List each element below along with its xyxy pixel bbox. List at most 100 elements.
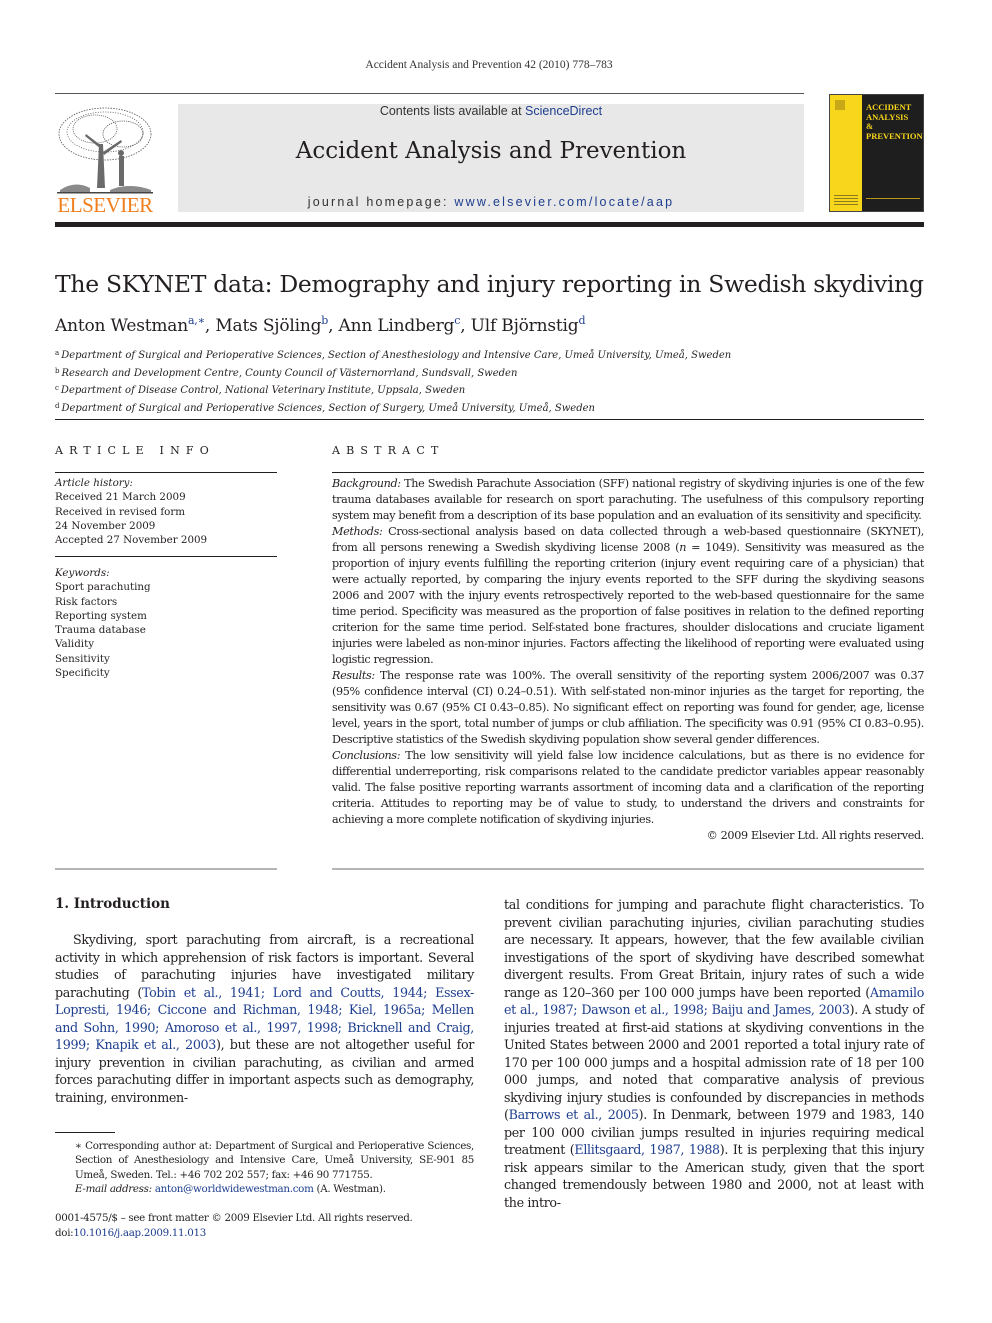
author-separator: , [328, 316, 339, 336]
author-affiliation-marker[interactable]: d [578, 314, 585, 327]
article-history-label: Article history: [55, 477, 133, 489]
header-rule [55, 93, 804, 94]
email-label: E-mail address: [75, 1182, 152, 1195]
footnote-rule [55, 1132, 115, 1133]
journal-masthead: Contents lists available at ScienceDirec… [178, 104, 804, 212]
doi-line: doi:10.1016/j.aap.2009.11.013 [55, 1226, 412, 1241]
keyword-item: Specificity [55, 667, 110, 680]
keywords-rule [55, 556, 277, 557]
abstract-body: Background: The Swedish Parachute Associ… [332, 476, 924, 844]
doi-link[interactable]: 10.1016/j.aap.2009.11.013 [73, 1227, 206, 1239]
body-text: tal conditions for jumping and parachute… [504, 897, 924, 1000]
author-list: Anton Westmana,∗, Mats Sjölingb, Ann Lin… [55, 314, 585, 336]
article-history: Article history: Received 21 March 2009 … [55, 476, 207, 547]
email-link[interactable]: anton@worldwidewestman.com [155, 1183, 314, 1195]
abstract-background: Background: The Swedish Parachute Associ… [332, 476, 924, 524]
keywords: Keywords: Sport parachuting Risk factors… [55, 566, 151, 680]
abstract-rule [332, 472, 924, 473]
affiliation-key: d [55, 401, 60, 410]
author-separator: , [460, 316, 471, 336]
history-item: Accepted 27 November 2009 [55, 534, 208, 547]
abstract-methods: Methods: Cross-sectional analysis based … [332, 524, 924, 668]
affiliation-key: b [55, 366, 60, 375]
journal-name: Accident Analysis and Prevention [295, 138, 687, 164]
affiliation-key: c [55, 384, 59, 392]
introduction-right-column: tal conditions for jumping and parachute… [504, 896, 924, 1211]
affiliation-item: c Department of Disease Control, National… [55, 381, 731, 399]
contents-prefix: Contents lists available at [379, 104, 526, 118]
abstract-conclusions: Conclusions: The low sensitivity will yi… [332, 748, 924, 828]
author-name[interactable]: Anton Westman [55, 316, 188, 336]
doi-prefix: doi: [55, 1226, 74, 1239]
cover-title: ACCIDENT ANALYSIS & PREVENTION [866, 102, 923, 141]
article-info-rule [55, 472, 277, 473]
affiliation-text: Research and Development Centre, County … [61, 367, 518, 379]
article-title: The SKYNET data: Demography and injury r… [55, 270, 924, 298]
masthead-thick-rule [55, 222, 924, 227]
author-name[interactable]: Ulf Björnstig [471, 316, 579, 336]
article-info-heading: ARTICLE INFO [55, 444, 215, 457]
abstract-results-label: Results: [332, 669, 375, 682]
history-item: Received 21 March 2009 [55, 491, 186, 504]
front-matter: 0001-4575/$ – see front matter © 2009 El… [55, 1211, 413, 1241]
email-line: E-mail address: anton@worldwidewestman.c… [55, 1182, 474, 1196]
keyword-item: Risk factors [55, 595, 118, 608]
author-affiliation-marker[interactable]: a,∗ [188, 314, 205, 327]
homepage-prefix: journal homepage: [307, 195, 455, 209]
affiliation-text: Department of Disease Control, National … [60, 385, 466, 396]
keyword-item: Sensitivity [55, 652, 110, 665]
homepage-line: journal homepage: www.elsevier.com/locat… [178, 195, 804, 209]
cover-elsevier-badge-icon [835, 100, 845, 110]
section-rule [55, 419, 924, 420]
elsevier-wordmark: ELSEVIER [57, 193, 153, 217]
abstract-heading: ABSTRACT [332, 444, 445, 457]
author-separator: , [204, 316, 216, 336]
sciencedirect-link[interactable]: ScienceDirect [525, 104, 602, 118]
affiliations: a Department of Surgical and Perioperativ… [55, 346, 731, 416]
journal-cover-thumbnail[interactable]: ACCIDENT ANALYSIS & PREVENTION [829, 94, 924, 212]
elsevier-tree-icon [57, 107, 153, 194]
running-head: Accident Analysis and Prevention 42 (201… [365, 59, 613, 71]
introduction-paragraph: Skydiving, sport parachuting from aircra… [55, 931, 474, 1106]
keyword-item: Sport parachuting [55, 581, 151, 594]
abstract-results-text: The response rate was 100%. The overall … [332, 669, 924, 746]
abstract-background-label: Background: [332, 477, 401, 490]
cover-yellow-band [830, 95, 862, 211]
abstract-results: Results: The response rate was 100%. The… [332, 668, 924, 748]
cover-divider [866, 198, 920, 199]
body-text: ). A study of injuries treated at first-… [504, 1002, 924, 1122]
affiliation-item: d Department of Surgical and Perioperativ… [55, 399, 731, 417]
abstract-end-rule [332, 868, 924, 870]
history-item: Received in revised form [55, 505, 186, 518]
abstract-methods-text: = 1049). Sensitivity was measured as the… [332, 541, 925, 666]
introduction-paragraph: tal conditions for jumping and parachute… [504, 896, 924, 1211]
citation-link[interactable]: Ellitsgaard, 1987, 1988 [574, 1142, 720, 1157]
journal-homepage-link[interactable]: www.elsevier.com/locate/aap [454, 195, 674, 209]
keyword-item: Validity [55, 638, 95, 651]
contents-line: Contents lists available at ScienceDirec… [178, 104, 804, 118]
abstract-copyright: © 2009 Elsevier Ltd. All rights reserved… [706, 829, 925, 842]
author-name[interactable]: Ann Lindberg [339, 316, 455, 336]
introduction-heading: 1. Introduction [55, 896, 170, 912]
elsevier-logo[interactable]: ELSEVIER [55, 104, 155, 217]
abstract-conclusions-text: The low sensitivity will yield false low… [332, 749, 924, 826]
affiliation-item: b Research and Development Centre, County… [55, 364, 731, 382]
affiliation-text: Department of Surgical and Perioperative… [61, 402, 595, 414]
abstract-methods-label: Methods: [332, 525, 383, 538]
keyword-item: Reporting system [55, 609, 147, 622]
email-suffix: (A. Westman). [313, 1182, 387, 1195]
cover-sciencedirect-icon [834, 195, 858, 205]
citation-link[interactable]: Barrows et al., 2005 [509, 1107, 639, 1122]
article-info-end-rule [55, 868, 277, 870]
corresponding-author-text: ∗ Corresponding author at: Department of… [75, 1140, 474, 1181]
keywords-label: Keywords: [55, 567, 110, 579]
abstract-conclusions-label: Conclusions: [332, 749, 401, 762]
affiliation-key: a [55, 349, 60, 357]
affiliation-item: a Department of Surgical and Perioperativ… [55, 346, 731, 364]
author-name[interactable]: Mats Sjöling [215, 316, 321, 336]
affiliation-text: Department of Surgical and Perioperative… [61, 350, 732, 361]
history-item: 24 November 2009 [55, 519, 156, 532]
issn-line: 0001-4575/$ – see front matter © 2009 El… [55, 1212, 413, 1224]
abstract-background-text: The Swedish Parachute Association (SFF) … [332, 477, 924, 522]
keyword-item: Trauma database [55, 624, 146, 637]
